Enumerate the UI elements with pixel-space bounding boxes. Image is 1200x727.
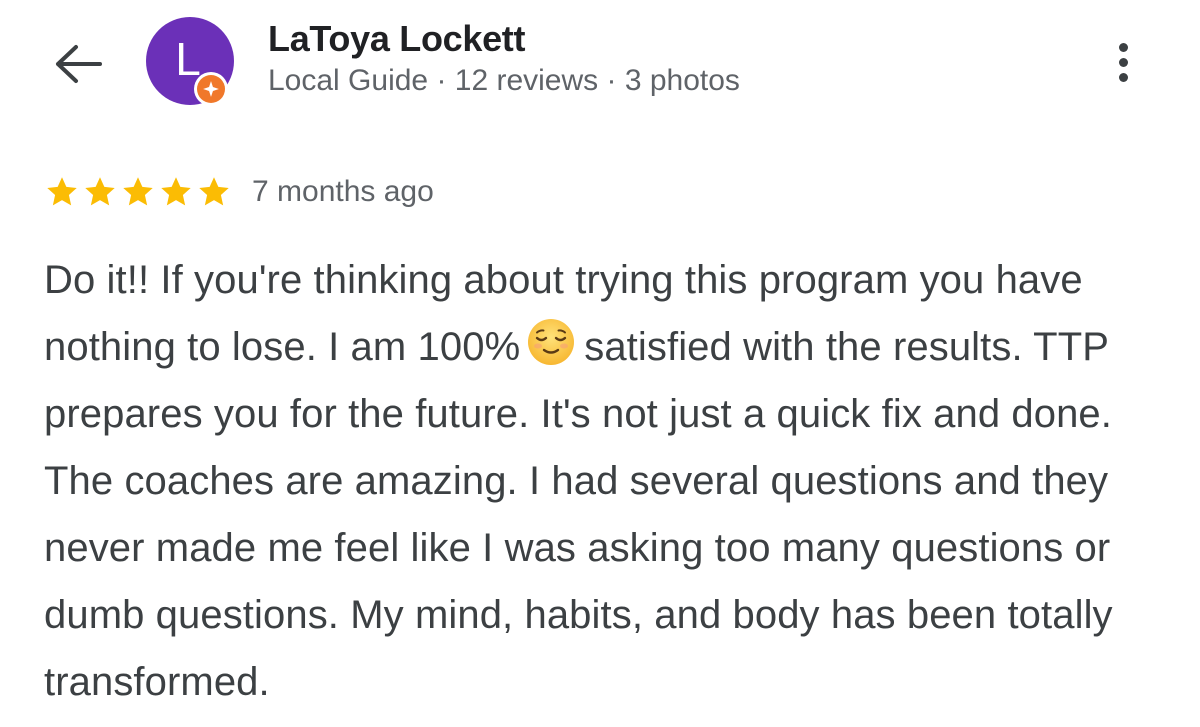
review-text: Do it!! If you're thinking about trying … bbox=[44, 247, 1174, 716]
star-icon bbox=[123, 177, 153, 206]
more-options-button[interactable] bbox=[1100, 34, 1146, 90]
arrow-back-icon bbox=[56, 45, 102, 83]
relieved-face-emoji bbox=[528, 319, 575, 365]
back-button[interactable] bbox=[48, 36, 108, 92]
local-guide-badge bbox=[194, 72, 228, 106]
star-icon bbox=[161, 177, 191, 206]
star-icon bbox=[85, 177, 115, 206]
star-icon bbox=[199, 177, 229, 206]
local-guide-star-icon bbox=[197, 75, 225, 103]
review-text-part-2: satisfied with the results. TTP prepares… bbox=[44, 325, 1113, 704]
reviewer-name[interactable]: LaToya Lockett bbox=[268, 18, 525, 60]
rating-row: 7 months ago bbox=[44, 170, 434, 214]
review-time: 7 months ago bbox=[252, 175, 434, 208]
more-vert-icon-dot bbox=[1118, 57, 1128, 67]
review-header: L LaToya Lockett Local Guide · 12 review… bbox=[0, 0, 1200, 130]
star-icon bbox=[47, 177, 77, 206]
reviewer-meta[interactable]: Local Guide · 12 reviews · 3 photos bbox=[268, 64, 740, 98]
more-vert-icon bbox=[1118, 42, 1128, 52]
more-vert-icon-dot bbox=[1118, 72, 1128, 82]
star-rating bbox=[44, 174, 232, 210]
